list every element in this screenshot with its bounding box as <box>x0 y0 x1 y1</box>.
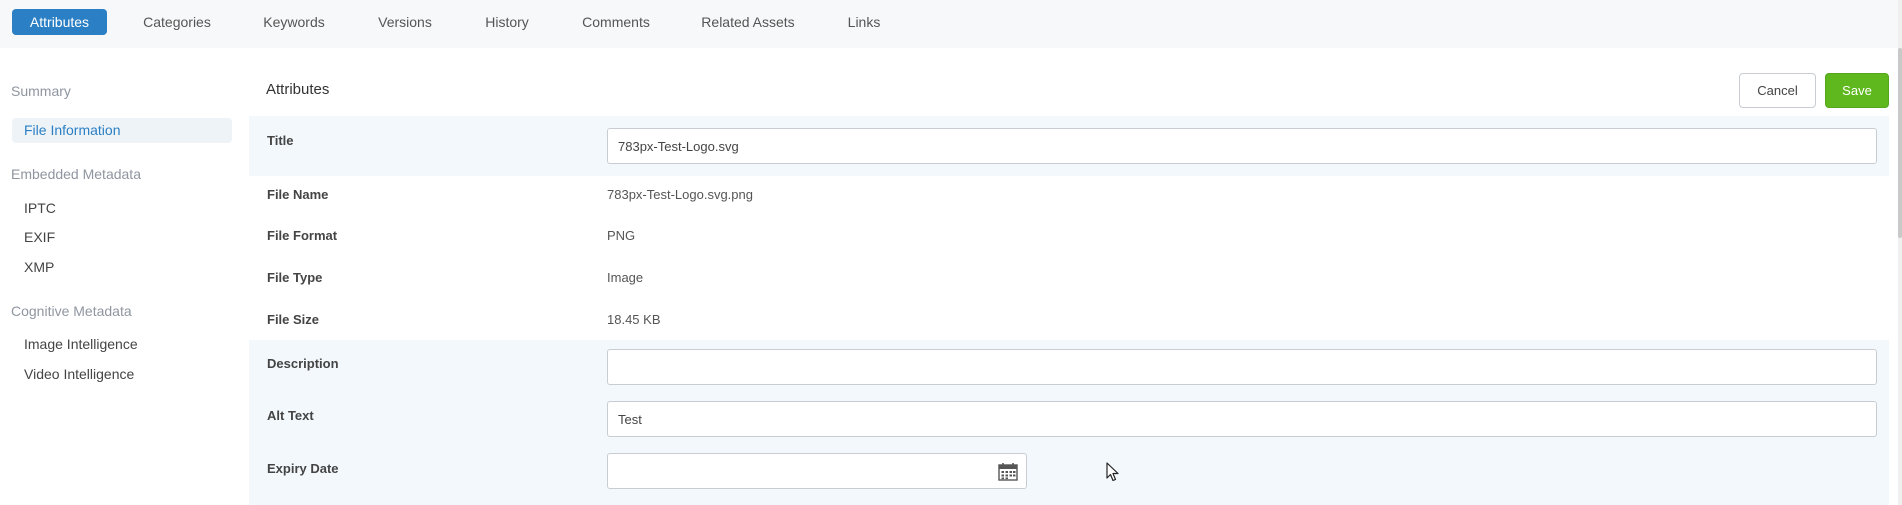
file-format-label: File Format <box>267 228 338 243</box>
sidebar-item-file-information[interactable]: File Information <box>12 118 232 143</box>
expiry-date-input[interactable] <box>607 453 1027 489</box>
sidebar-item-xmp[interactable]: XMP <box>24 259 54 275</box>
sidebar-heading-summary: Summary <box>11 83 71 99</box>
file-type-row: File Type Image <box>249 260 1889 302</box>
sidebar-heading-cognitive-metadata: Cognitive Metadata <box>11 303 132 319</box>
file-type-label: File Type <box>267 270 323 285</box>
scrollbar-thumb[interactable] <box>1898 48 1902 238</box>
alt-text-label: Alt Text <box>267 408 314 423</box>
description-label: Description <box>267 356 339 371</box>
page-title: Attributes <box>266 81 330 98</box>
file-size-row: File Size 18.45 KB <box>249 302 1889 340</box>
tab-attributes[interactable]: Attributes <box>12 9 107 35</box>
alt-text-input[interactable] <box>607 401 1877 437</box>
file-name-value: 783px-Test-Logo.svg.png <box>607 187 753 202</box>
tab-links[interactable]: Links <box>836 9 892 35</box>
tab-comments[interactable]: Comments <box>571 9 661 35</box>
file-format-value: PNG <box>607 228 636 243</box>
sidebar-item-iptc[interactable]: IPTC <box>24 200 56 216</box>
save-button[interactable]: Save <box>1825 73 1889 108</box>
title-input[interactable] <box>607 128 1877 164</box>
calendar-icon[interactable] <box>998 462 1018 481</box>
title-row: Title <box>249 116 1889 176</box>
file-name-row: File Name 783px-Test-Logo.svg.png <box>249 176 1889 218</box>
tab-related-assets[interactable]: Related Assets <box>694 9 802 35</box>
editable-fields-block: Description Alt Text Expiry Date <box>249 340 1889 505</box>
tab-history[interactable]: History <box>474 9 540 35</box>
file-size-label: File Size <box>267 312 320 327</box>
file-type-value: Image <box>607 270 644 285</box>
sidebar-item-video-intelligence[interactable]: Video Intelligence <box>24 366 134 382</box>
tab-categories[interactable]: Categories <box>132 9 222 35</box>
tab-versions[interactable]: Versions <box>365 9 445 35</box>
sidebar-heading-embedded-metadata: Embedded Metadata <box>11 166 141 182</box>
cancel-button[interactable]: Cancel <box>1739 73 1816 108</box>
mouse-pointer-icon <box>1106 462 1119 482</box>
title-label: Title <box>267 133 294 148</box>
sidebar-item-image-intelligence[interactable]: Image Intelligence <box>24 336 138 352</box>
sidebar-item-exif[interactable]: EXIF <box>24 229 55 245</box>
tab-keywords[interactable]: Keywords <box>254 9 334 35</box>
tab-bar: Attributes Categories Keywords Versions … <box>0 0 1902 48</box>
file-size-value: 18.45 KB <box>607 312 661 327</box>
expiry-date-label: Expiry Date <box>267 461 339 476</box>
file-name-label: File Name <box>267 187 329 202</box>
file-format-row: File Format PNG <box>249 218 1889 260</box>
description-input[interactable] <box>607 349 1877 385</box>
page-scrollbar[interactable] <box>1898 0 1902 505</box>
